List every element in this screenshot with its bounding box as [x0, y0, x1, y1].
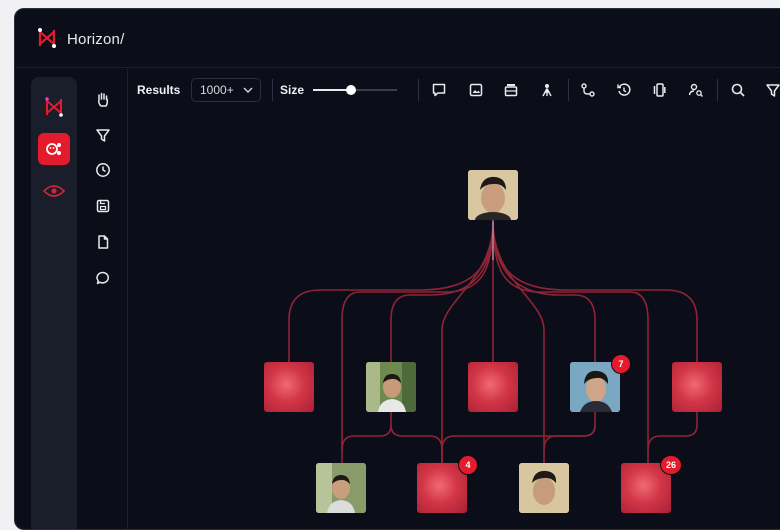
chevron-down-icon	[242, 84, 254, 96]
horizon-logo-icon[interactable]	[37, 28, 57, 48]
toolbar-divider	[418, 79, 419, 101]
save-icon[interactable]	[93, 196, 113, 216]
graph-node-blurred[interactable]	[264, 362, 314, 412]
history-rewind-icon[interactable]	[615, 81, 633, 99]
document-icon[interactable]	[93, 232, 113, 252]
stack-icon[interactable]	[502, 81, 520, 99]
count-badge: 26	[660, 455, 682, 475]
image-icon[interactable]	[467, 81, 485, 99]
route-icon[interactable]	[579, 81, 597, 99]
spotlight-person-icon[interactable]	[538, 81, 556, 99]
results-select[interactable]: 1000+	[191, 78, 261, 102]
results-value: 1000+	[200, 83, 234, 97]
graph-node-face[interactable]	[519, 463, 569, 513]
app-window: Horizon/ Results 1000+ Size	[14, 8, 780, 530]
toolbar-divider	[568, 79, 569, 101]
search-icon[interactable]	[729, 81, 747, 99]
rail-graph-icon[interactable]	[38, 91, 70, 123]
main-toolbar: Results 1000+ Size	[127, 69, 780, 109]
hand-icon[interactable]	[93, 89, 113, 109]
chat-bubble-icon[interactable]	[430, 81, 448, 99]
size-label: Size	[280, 83, 305, 97]
graph-node-face[interactable]	[366, 362, 416, 412]
user-search-icon[interactable]	[687, 81, 705, 99]
toolbar-divider	[272, 79, 273, 101]
graph-node-blurred[interactable]	[468, 362, 518, 412]
count-badge: 4	[458, 455, 478, 475]
size-slider-handle[interactable]	[345, 85, 356, 95]
comment-icon[interactable]	[93, 268, 113, 288]
filter-icon[interactable]	[764, 81, 780, 99]
rail-eye-icon[interactable]	[38, 175, 70, 207]
app-title: Horizon/	[67, 31, 125, 48]
history-clock-icon[interactable]	[93, 160, 113, 180]
title-bar: Horizon/	[15, 9, 780, 68]
layers-icon[interactable]	[650, 81, 668, 99]
filter-icon[interactable]	[93, 125, 113, 145]
count-badge: 7	[611, 354, 631, 374]
tool-column	[79, 69, 128, 529]
toolbar-divider	[717, 79, 718, 101]
app-rail	[31, 77, 77, 529]
graph-node-blurred[interactable]	[672, 362, 722, 412]
results-label: Results	[137, 83, 181, 97]
size-slider[interactable]	[313, 85, 397, 95]
rail-face-search-icon[interactable]	[38, 133, 70, 165]
graph-node-root[interactable]	[468, 170, 518, 220]
graph-node-face[interactable]	[316, 463, 366, 513]
